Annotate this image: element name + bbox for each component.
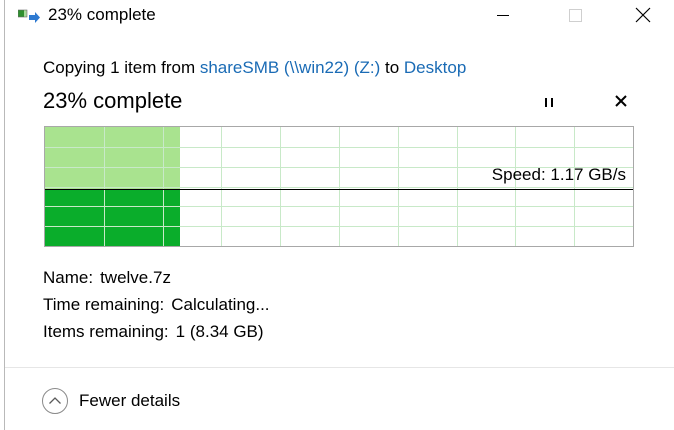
name-row: Name: twelve.7z xyxy=(43,268,171,288)
chevron-up-icon xyxy=(42,388,68,414)
copy-middle: to xyxy=(380,58,404,77)
title-bar: 23% complete xyxy=(5,0,674,32)
fewer-details-label: Fewer details xyxy=(79,391,181,410)
transfer-speed-graph: Speed: 1.17 GB/s xyxy=(44,126,634,247)
items-remaining-label: Items remaining: xyxy=(43,322,169,341)
time-remaining-value: Calculating... xyxy=(171,295,270,314)
copy-description: Copying 1 item from shareSMB (\\win22) (… xyxy=(43,58,466,78)
name-label: Name: xyxy=(43,268,94,287)
file-copy-icon xyxy=(17,9,40,25)
speed-label: Speed: 1.17 GB/s xyxy=(491,165,626,184)
pause-button[interactable] xyxy=(538,92,560,112)
destination-link[interactable]: Desktop xyxy=(404,58,466,77)
time-remaining-row: Time remaining: Calculating... xyxy=(43,295,270,315)
copy-prefix: Copying 1 item from xyxy=(43,58,200,77)
source-link[interactable]: shareSMB (\\win22) (Z:) xyxy=(200,58,380,77)
progress-status: 23% complete xyxy=(43,88,183,113)
time-remaining-label: Time remaining: xyxy=(43,295,165,314)
close-button[interactable] xyxy=(620,0,666,30)
footer-divider xyxy=(5,367,674,368)
items-remaining-value: 1 (8.34 GB) xyxy=(175,322,264,341)
window-title: 23% complete xyxy=(48,5,156,24)
cancel-button[interactable] xyxy=(610,90,632,112)
throughput-area xyxy=(45,189,180,246)
fewer-details-toggle[interactable]: Fewer details xyxy=(42,386,180,416)
minimize-icon xyxy=(497,14,509,16)
minimize-button[interactable] xyxy=(480,0,526,30)
graph-canvas xyxy=(45,127,633,246)
items-remaining-row: Items remaining: 1 (8.34 GB) xyxy=(43,322,264,342)
close-icon xyxy=(635,7,651,23)
progress-fill-light xyxy=(45,127,180,189)
background-window-edge xyxy=(0,0,5,430)
cancel-icon xyxy=(615,95,627,107)
maximize-button[interactable] xyxy=(552,0,598,30)
pause-icon xyxy=(543,97,555,107)
name-value: twelve.7z xyxy=(100,268,171,287)
maximize-icon xyxy=(568,8,582,22)
